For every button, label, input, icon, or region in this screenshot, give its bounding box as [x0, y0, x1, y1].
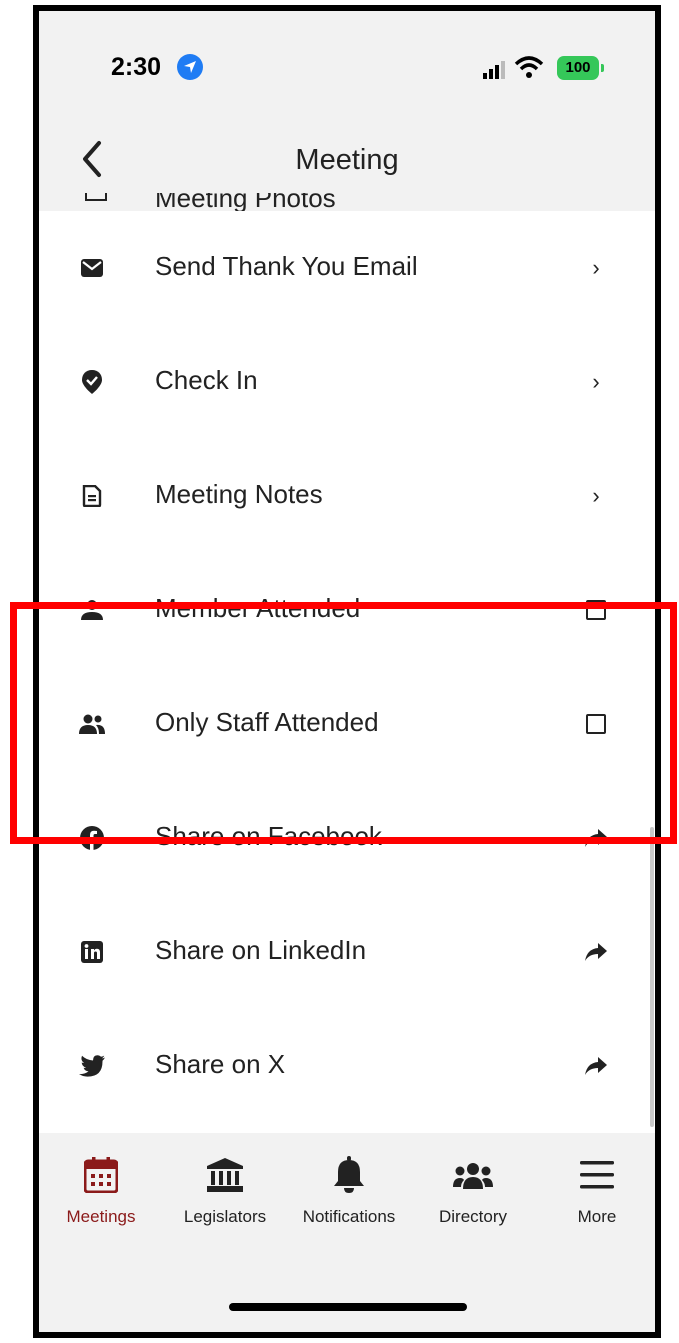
document-icon — [79, 483, 105, 509]
tab-label: More — [577, 1207, 617, 1226]
tab-legislators[interactable]: Legislators — [163, 1153, 287, 1227]
list-item-share-facebook[interactable]: Share on Facebook — [39, 781, 655, 896]
tab-label: Meetings — [66, 1207, 136, 1226]
list-item-label: Meeting Photos — [155, 193, 336, 211]
tab-label: Legislators — [183, 1207, 267, 1226]
tab-meetings[interactable]: Meetings — [39, 1153, 163, 1227]
person-icon — [79, 597, 105, 623]
chevron-right-icon: › — [592, 369, 600, 394]
list-item-label: Only Staff Attended — [155, 707, 379, 737]
list-item-label: Send Thank You Email — [155, 251, 418, 281]
cellular-signal-icon — [483, 61, 505, 79]
share-arrow-icon — [583, 937, 609, 967]
tab-directory[interactable]: Directory — [411, 1153, 535, 1227]
wifi-icon — [514, 56, 544, 78]
linkedin-icon — [79, 939, 105, 965]
share-arrow-icon — [583, 1051, 609, 1081]
photo-icon — [85, 193, 107, 201]
list-item-member-attended[interactable]: Member Attended — [39, 553, 655, 668]
member-attended-checkbox[interactable] — [583, 595, 609, 625]
list-item-label: Member Attended — [155, 593, 361, 623]
calendar-icon — [39, 1153, 163, 1197]
people-icon — [79, 711, 105, 737]
list-item-check-in[interactable]: Check In › — [39, 325, 655, 440]
location-arrow-icon — [177, 54, 203, 80]
list-item-label: Check In — [155, 365, 258, 395]
list-item-label: Share on Facebook — [155, 821, 382, 851]
envelope-icon — [79, 255, 105, 281]
group-icon — [411, 1153, 535, 1197]
bell-icon — [287, 1153, 411, 1197]
location-pin-check-icon — [79, 369, 105, 395]
hamburger-menu-icon — [535, 1153, 655, 1197]
list-item-share-linkedin[interactable]: Share on LinkedIn — [39, 895, 655, 1010]
list-item-label: Share on LinkedIn — [155, 935, 367, 965]
phone-screen: 2:30 100 Meeting Meeting Photos Send Tha… — [33, 5, 661, 1338]
list-item-send-thank-you-email[interactable]: Send Thank You Email › — [39, 211, 655, 326]
status-time: 2:30 — [111, 53, 162, 81]
capitol-building-icon — [163, 1153, 287, 1197]
chevron-right-icon: › — [592, 255, 600, 280]
chevron-right-icon: › — [592, 483, 600, 508]
share-arrow-icon — [583, 823, 609, 853]
home-indicator[interactable] — [229, 1303, 467, 1311]
tab-notifications[interactable]: Notifications — [287, 1153, 411, 1227]
page-title: Meeting — [295, 144, 399, 176]
list-item-share-x[interactable]: Share on X — [39, 1009, 655, 1123]
facebook-icon — [79, 825, 105, 851]
status-bar: 2:30 100 — [39, 11, 655, 121]
battery-indicator: 100 — [557, 56, 604, 80]
tab-bar: Meetings Legislators Notifications Direc… — [39, 1133, 655, 1332]
tab-label: Directory — [438, 1207, 507, 1226]
list-item-label: Meeting Notes — [155, 479, 323, 509]
scrollbar[interactable] — [650, 827, 654, 1127]
tab-more[interactable]: More — [535, 1153, 655, 1227]
twitter-bird-icon — [79, 1053, 105, 1079]
tab-label: Notifications — [302, 1207, 396, 1226]
list-item-partial[interactable]: Meeting Photos — [39, 193, 655, 211]
list-item-meeting-notes[interactable]: Meeting Notes › — [39, 439, 655, 554]
list-item-label: Share on X — [155, 1049, 286, 1079]
list-item-only-staff-attended[interactable]: Only Staff Attended — [39, 667, 655, 782]
only-staff-attended-checkbox[interactable] — [583, 709, 609, 739]
